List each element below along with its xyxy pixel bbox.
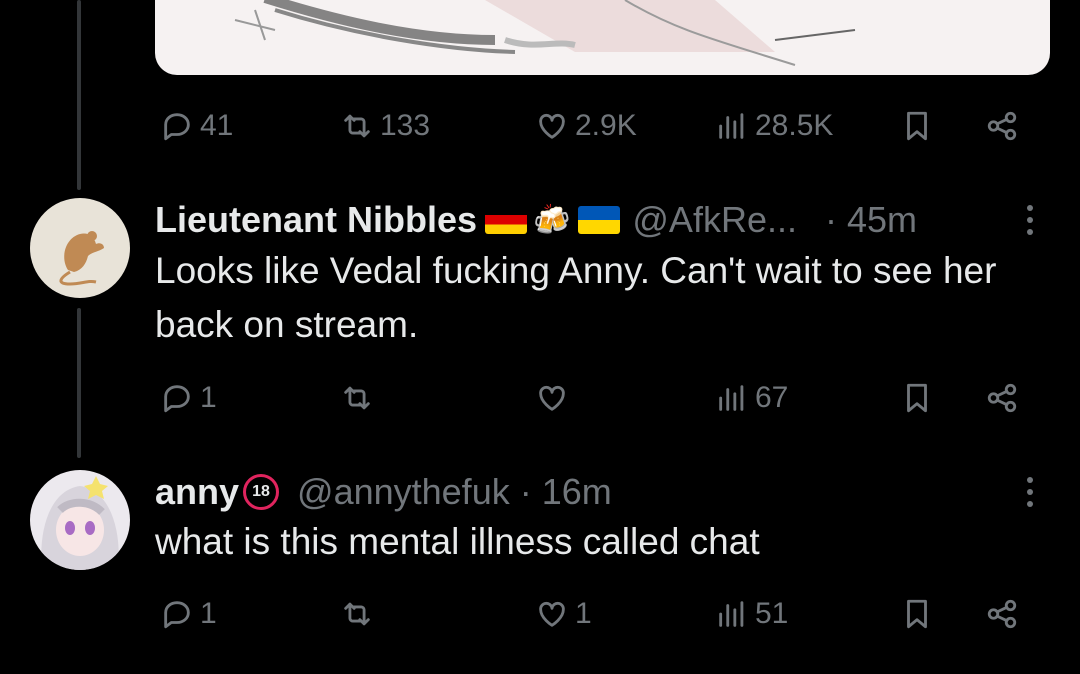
views-count: 51 (755, 597, 789, 630)
like-count: 1 (575, 597, 592, 630)
reply-count: 1 (200, 597, 217, 630)
germany-flag-icon (485, 206, 528, 234)
bookmark-icon (907, 383, 927, 413)
repost-button[interactable] (340, 594, 374, 634)
reply-count: 41 (200, 109, 234, 142)
post-media-image[interactable] (155, 0, 1050, 75)
post-actions: 41 133 2.9K 28.5K (155, 106, 1035, 146)
share-icon (987, 383, 1017, 413)
share-icon (987, 111, 1017, 141)
more-options-icon (1027, 477, 1033, 483)
like-button[interactable] (535, 378, 569, 418)
heart-icon (539, 601, 565, 627)
more-dot (1027, 501, 1033, 507)
repost-icon (344, 602, 370, 626)
repost-button[interactable]: 133 (340, 106, 430, 146)
post-text: what is this mental illness called chat (155, 521, 760, 562)
heart-icon (539, 113, 565, 139)
views-button[interactable]: 67 (715, 378, 788, 418)
bookmark-button[interactable] (900, 106, 934, 146)
repost-icon (344, 114, 370, 138)
repost-button[interactable] (340, 378, 374, 418)
post-actions: 1 1 51 (155, 594, 1035, 634)
reply-icon (164, 601, 190, 629)
rat-avatar-image (59, 231, 104, 286)
anime-girl-avatar-image (41, 476, 119, 570)
sketch-artwork (234, 0, 856, 66)
post-header: anny 18 @annythefuk · 16m (155, 470, 612, 514)
repost-icon (344, 386, 370, 410)
ukraine-flag-icon (578, 206, 621, 234)
views-button[interactable]: 28.5K (715, 106, 833, 146)
more-dot (1027, 229, 1033, 235)
more-options-button[interactable] (1020, 200, 1040, 240)
more-dot (1027, 217, 1033, 223)
thread-line (77, 308, 81, 458)
reply-button[interactable]: 1 (160, 594, 217, 634)
avatar[interactable] (30, 198, 130, 298)
avatar[interactable] (30, 470, 130, 570)
views-count: 28.5K (755, 109, 834, 142)
reply-icon (164, 385, 190, 413)
heart-icon (539, 385, 565, 411)
post-actions: 1 67 (155, 378, 1035, 418)
views-button[interactable]: 51 (715, 594, 788, 634)
post-time[interactable]: · 16m (520, 471, 612, 513)
post-text: Looks like Vedal fucking Anny. Can't wai… (155, 250, 997, 345)
reply-count: 1 (200, 381, 217, 414)
reply-icon (164, 113, 190, 141)
post-header: Lieutenant Nibbles 🍻 @AfkRe... · 45m (155, 198, 917, 242)
author-handle[interactable]: @annythefuk (297, 471, 510, 513)
views-count: 67 (755, 381, 789, 414)
author-name[interactable]: anny (155, 471, 239, 513)
bookmark-button[interactable] (900, 378, 934, 418)
more-dot (1027, 489, 1033, 495)
bookmark-icon (907, 111, 927, 141)
repost-count: 133 (380, 109, 431, 142)
reply-button[interactable]: 41 (160, 106, 233, 146)
bookmark-button[interactable] (900, 594, 934, 634)
views-icon (719, 385, 744, 411)
share-button[interactable] (985, 378, 1019, 418)
views-icon (719, 113, 744, 139)
like-button[interactable]: 1 (535, 594, 592, 634)
post-time[interactable]: · 45m (825, 199, 917, 241)
share-icon (987, 599, 1017, 629)
like-count: 2.9K (575, 109, 637, 142)
bookmark-icon (907, 599, 927, 629)
under-18-badge-icon: 18 (243, 474, 280, 510)
reply-button[interactable]: 1 (160, 378, 217, 418)
author-name[interactable]: Lieutenant Nibbles (155, 199, 477, 241)
more-options-icon (1027, 205, 1033, 211)
like-button[interactable]: 2.9K (535, 106, 637, 146)
share-button[interactable] (985, 106, 1019, 146)
more-options-button[interactable] (1020, 472, 1040, 512)
share-button[interactable] (985, 594, 1019, 634)
author-handle[interactable]: @AfkRe... (632, 199, 797, 241)
thread-line (77, 0, 81, 190)
beer-mugs-icon: 🍻 (533, 203, 571, 237)
views-icon (719, 601, 744, 627)
